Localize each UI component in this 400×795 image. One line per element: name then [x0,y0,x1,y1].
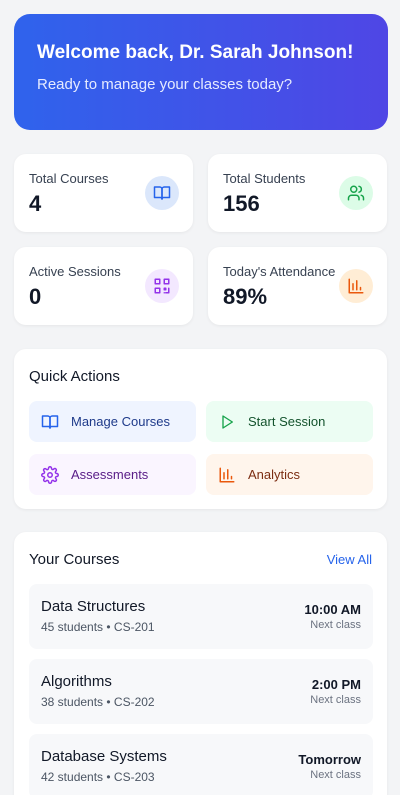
start-session-button[interactable]: Start Session [206,401,373,442]
book-icon [41,413,59,431]
stat-card-total-students: Total Students 156 [208,154,387,232]
quick-actions-panel: Quick Actions Manage Courses Start Sessi… [14,349,387,509]
welcome-subtitle: Ready to manage your classes today? [37,76,293,93]
course-next-label: Next class [310,694,361,706]
course-time: 2:00 PM [311,677,361,692]
book-icon [145,176,179,210]
courses-panel: Your Courses View All Data Structures 45… [14,532,387,795]
course-next-label: Next class [310,619,361,631]
users-icon [339,176,373,210]
welcome-title: Welcome back, Dr. Sarah Johnson! [37,42,354,63]
analytics-button[interactable]: Analytics [206,454,373,495]
manage-courses-button[interactable]: Manage Courses [29,401,196,442]
stat-card-active-sessions: Active Sessions 0 [14,247,193,325]
qr-code-icon [145,269,179,303]
manage-courses-label: Manage Courses [71,414,170,429]
course-time: Tomorrow [298,752,361,767]
assessments-label: Assessments [71,467,149,482]
analytics-label: Analytics [248,467,301,482]
start-session-label: Start Session [248,414,326,429]
bar-chart-icon [218,466,236,484]
welcome-banner: Welcome back, Dr. Sarah Johnson! Ready t… [14,14,388,130]
course-item-algorithms[interactable]: Algorithms 38 students • CS-202 2:00 PM … [29,659,373,724]
stat-card-todays-attendance: Today's Attendance 89% [208,247,387,325]
stat-card-total-courses: Total Courses 4 [14,154,193,232]
courses-title: Your Courses [29,551,120,568]
gear-icon [41,465,59,484]
course-item-data-structures[interactable]: Data Structures 45 students • CS-201 10:… [29,584,373,649]
assessments-button[interactable]: Assessments [29,454,196,495]
quick-actions-title: Quick Actions [29,368,120,385]
view-all-link[interactable]: View All [327,552,372,567]
course-next-label: Next class [310,769,361,781]
bar-chart-icon [339,269,373,303]
play-icon [218,413,236,431]
course-item-database-systems[interactable]: Database Systems 42 students • CS-203 To… [29,734,373,795]
course-time: 10:00 AM [304,602,361,617]
